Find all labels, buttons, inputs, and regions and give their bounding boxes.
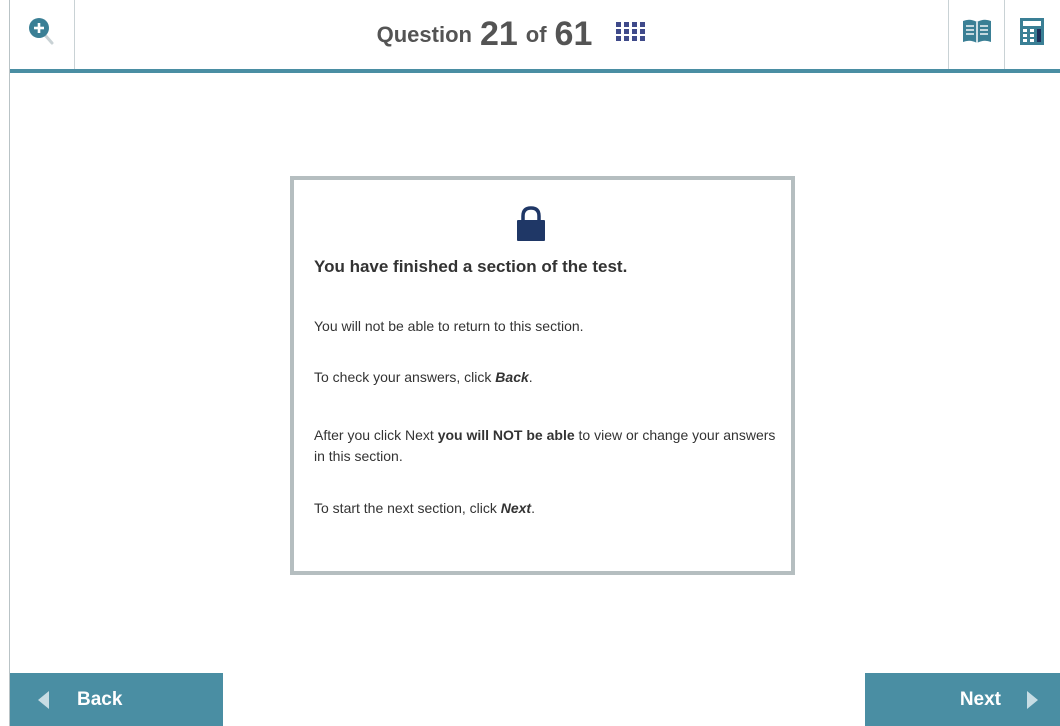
calculator-button[interactable] bbox=[1004, 0, 1060, 69]
header-bar: Question 21 of 61 bbox=[10, 0, 1060, 73]
back-label: Back bbox=[77, 688, 123, 710]
back-button[interactable]: Back bbox=[10, 673, 223, 726]
no-return-message: You will not be able to return to this s… bbox=[314, 318, 584, 334]
zoom-button[interactable] bbox=[10, 0, 75, 69]
warning-text-start: After you click Next bbox=[314, 427, 438, 443]
reference-book-icon bbox=[962, 18, 992, 51]
next-section-period: . bbox=[531, 500, 535, 516]
current-question-number: 21 bbox=[479, 15, 518, 53]
check-answers-message: To check your answers, click Back. bbox=[314, 367, 784, 388]
next-button[interactable]: Next bbox=[865, 673, 1060, 726]
reference-button[interactable] bbox=[948, 0, 1004, 69]
warning-emphasis: you will NOT be able bbox=[437, 427, 575, 443]
calculator-icon bbox=[1019, 17, 1047, 52]
next-label: Next bbox=[959, 688, 1001, 710]
section-finished-dialog: You have finished a section of the test.… bbox=[290, 176, 795, 575]
next-keyword: Next bbox=[500, 500, 532, 516]
question-separator: of bbox=[525, 21, 547, 47]
question-grid-icon[interactable] bbox=[616, 22, 646, 47]
total-questions-number: 61 bbox=[554, 15, 593, 53]
lock-icon bbox=[514, 206, 548, 247]
question-counter: Question 21 of 61 bbox=[74, 0, 949, 69]
next-arrow-icon bbox=[1027, 690, 1038, 709]
warning-message: After you click Next you will NOT be abl… bbox=[314, 425, 784, 467]
check-answers-text: To check your answers, click bbox=[314, 369, 496, 385]
next-section-message: To start the next section, click Next. bbox=[314, 498, 784, 519]
app-frame: Question 21 of 61 You have finished a se… bbox=[9, 0, 1060, 726]
next-section-text: To start the next section, click bbox=[314, 500, 501, 516]
back-keyword: Back bbox=[495, 369, 529, 385]
zoom-in-icon bbox=[28, 17, 56, 52]
question-prefix: Question bbox=[376, 21, 472, 47]
dialog-heading: You have finished a section of the test. bbox=[314, 257, 628, 276]
back-arrow-icon bbox=[38, 690, 49, 709]
check-answers-period: . bbox=[528, 369, 533, 385]
